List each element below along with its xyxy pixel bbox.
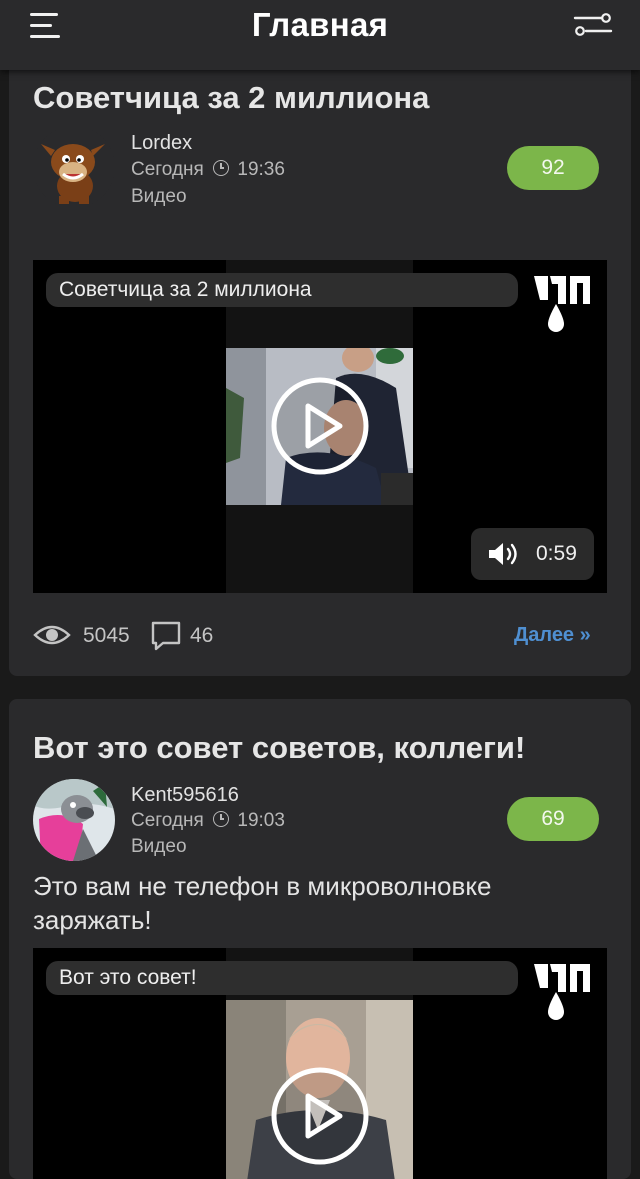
post-description: Это вам не телефон в микроволновке заряж… xyxy=(33,871,492,935)
post-card: Вот это совет советов, коллеги! Kent5956… xyxy=(9,699,631,1179)
comments-count[interactable]: 46 xyxy=(190,624,213,648)
video-duration: 0:59 xyxy=(471,528,594,580)
duration-text: 0:59 xyxy=(536,542,577,565)
video-player[interactable]: Советчица за 2 миллиона 0:59 xyxy=(33,260,607,593)
clock-icon xyxy=(213,160,230,176)
comment-icon[interactable] xyxy=(150,620,182,652)
clock-icon xyxy=(213,811,230,827)
post-date-time: Сегодня 19:36 xyxy=(131,159,285,181)
rating-badge[interactable]: 69 xyxy=(507,797,599,841)
eye-icon xyxy=(33,625,71,645)
post-category[interactable]: Видео xyxy=(131,836,187,858)
yaplakal-logo-icon xyxy=(530,272,594,332)
post-time: 19:03 xyxy=(237,810,285,831)
post-title[interactable]: Советчица за 2 миллиона xyxy=(33,80,429,116)
rating-badge[interactable]: 92 xyxy=(507,146,599,190)
author-name[interactable]: Kent595616 xyxy=(131,784,239,807)
post-date: Сегодня xyxy=(131,159,204,180)
author-avatar[interactable] xyxy=(33,779,115,861)
post-title[interactable]: Вот это совет советов, коллеги! xyxy=(33,730,525,766)
play-icon[interactable] xyxy=(270,376,370,476)
views-count: 5045 xyxy=(83,624,130,647)
author-name[interactable]: Lordex xyxy=(131,132,192,155)
yaplakal-logo-icon xyxy=(530,960,594,1020)
post-date: Сегодня xyxy=(131,810,204,831)
post-category[interactable]: Видео xyxy=(131,186,187,208)
video-title: Советчица за 2 миллиона xyxy=(46,273,518,307)
filter-sliders-icon[interactable] xyxy=(572,10,614,40)
post-date-time: Сегодня 19:03 xyxy=(131,810,285,832)
volume-icon[interactable] xyxy=(487,541,521,567)
read-more-link[interactable]: Далее » xyxy=(514,624,591,647)
top-bar: Главная xyxy=(0,0,640,70)
play-icon[interactable] xyxy=(270,1066,370,1166)
video-title: Вот это совет! xyxy=(46,961,518,995)
post-time: 19:36 xyxy=(237,159,285,180)
author-avatar[interactable] xyxy=(33,126,115,208)
page-title: Главная xyxy=(251,6,389,43)
video-player[interactable]: Вот это совет! xyxy=(33,948,607,1179)
post-card: Советчица за 2 миллиона Lordex Сегодня 1… xyxy=(9,40,631,676)
